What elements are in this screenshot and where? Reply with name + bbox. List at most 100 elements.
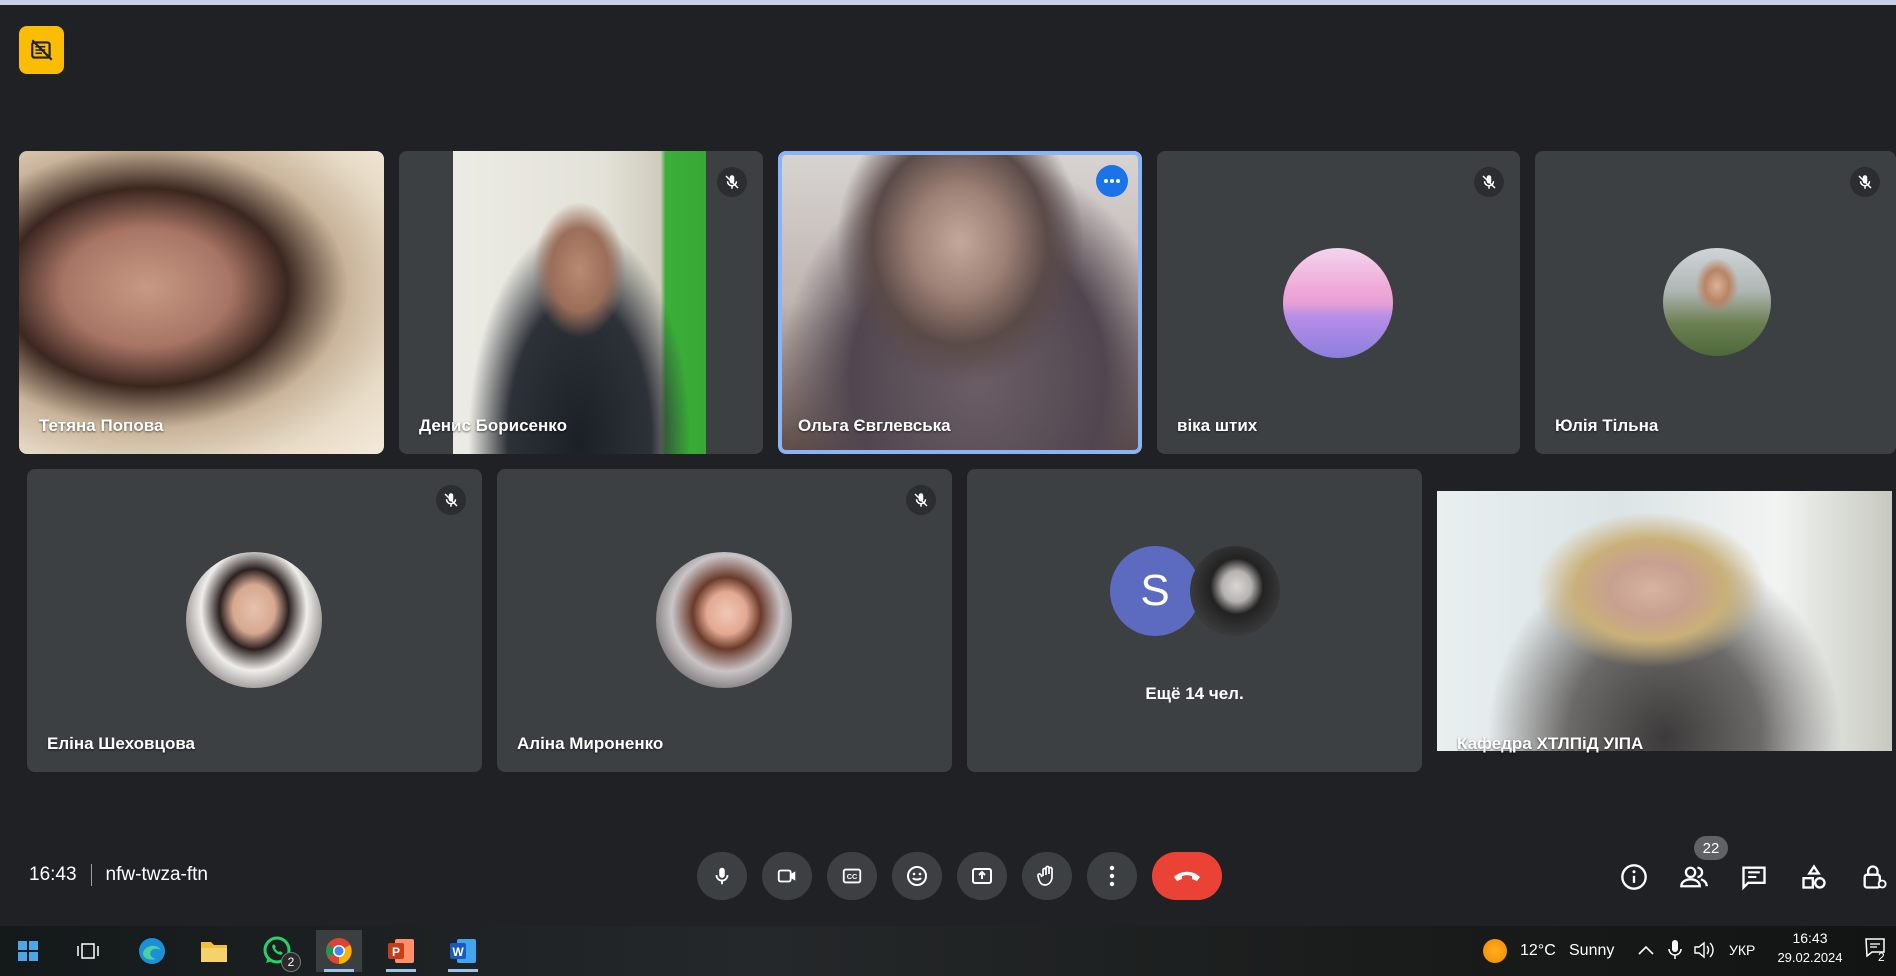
activities-icon — [1802, 864, 1826, 889]
camera-icon — [777, 869, 796, 883]
muted-mic-icon — [1474, 167, 1504, 197]
weather-condition[interactable]: Sunny — [1569, 942, 1614, 960]
activities-button[interactable] — [1797, 860, 1831, 894]
participant-avatar — [1663, 248, 1771, 356]
participant-name: Денис Борисенко — [419, 416, 567, 435]
svg-text:W: W — [452, 945, 464, 959]
participant-name: Кафедра ХТЛПіД УІПА — [1457, 734, 1644, 753]
edge-icon — [139, 938, 165, 964]
windows-taskbar: 2 P W 12°C Sunny УКР 16:43 29.02.2024 2 — [0, 926, 1896, 976]
notification-count: 2 — [1878, 950, 1885, 964]
powerpoint-icon: P — [388, 939, 414, 963]
svg-text:CC: CC — [847, 872, 858, 881]
participant-avatar — [1283, 248, 1393, 358]
chat-button[interactable] — [1737, 860, 1771, 894]
participant-tile-active-speaker[interactable]: Ольга Євглевська — [778, 151, 1142, 454]
clock-date: 29.02.2024 — [1777, 950, 1843, 965]
more-participants-label: Ещё 14 чел. — [1145, 684, 1244, 703]
start-icon — [18, 941, 38, 961]
present-icon — [972, 868, 992, 884]
task-view-button[interactable] — [65, 930, 111, 972]
emoji-icon — [907, 866, 927, 886]
captions-icon: CC — [842, 868, 862, 884]
participant-tile[interactable]: Тетяна Попова — [19, 151, 384, 454]
hidden-self-view-button[interactable] — [19, 26, 64, 74]
captions-button[interactable]: CC — [827, 852, 877, 900]
volume-icon[interactable] — [1693, 940, 1715, 960]
people-icon — [1680, 866, 1708, 888]
participant-tile[interactable]: віка штих — [1157, 151, 1520, 454]
more-options-button[interactable] — [1087, 852, 1137, 900]
participant-name: Юлія Тільна — [1555, 416, 1659, 435]
muted-mic-icon — [906, 485, 936, 515]
participant-tile[interactable]: Юлія Тільна — [1535, 151, 1896, 454]
people-button[interactable] — [1677, 860, 1711, 894]
microphone-button[interactable] — [697, 852, 747, 900]
meeting-info-button[interactable] — [1617, 860, 1651, 894]
file-explorer-taskbar-button[interactable] — [191, 930, 237, 972]
chrome-icon — [326, 938, 352, 964]
muted-mic-icon — [436, 485, 466, 515]
word-taskbar-button[interactable]: W — [440, 930, 486, 972]
meeting-time: 16:43 — [29, 864, 77, 885]
edge-taskbar-button[interactable] — [129, 930, 175, 972]
open-app-indicator — [386, 969, 416, 972]
participant-video — [19, 151, 384, 454]
raise-hand-button[interactable] — [1022, 852, 1072, 900]
participant-name: Тетяна Попова — [39, 416, 164, 435]
more-options-icon — [1109, 865, 1115, 887]
muted-mic-icon — [1850, 167, 1880, 197]
emoji-button[interactable] — [892, 852, 942, 900]
video-off-icon — [30, 39, 53, 61]
participant-tile[interactable]: Денис Борисенко — [399, 151, 763, 454]
window-top-edge — [0, 0, 1896, 5]
taskbar-clock[interactable]: 16:43 29.02.2024 — [1770, 930, 1850, 965]
participant-avatar — [1190, 546, 1280, 636]
powerpoint-taskbar-button[interactable]: P — [378, 930, 424, 972]
notifications-button[interactable]: 2 — [1864, 936, 1892, 966]
participant-options-button[interactable] — [1096, 165, 1128, 197]
info-icon — [1621, 864, 1647, 890]
word-icon: W — [450, 939, 476, 963]
leave-call-button[interactable] — [1152, 852, 1222, 900]
participants-count-badge: 22 — [1694, 836, 1728, 860]
microphone-icon — [715, 867, 729, 885]
file-explorer-icon — [201, 942, 227, 962]
participant-name: Аліна Мироненко — [517, 734, 664, 753]
participant-tile[interactable]: Аліна Мироненко — [497, 469, 952, 772]
participant-tile[interactable]: Кафедра ХТЛПіД УІПА — [1437, 469, 1892, 772]
participant-name: Еліна Шеховцова — [47, 734, 196, 753]
participant-avatar-letter: S — [1110, 546, 1200, 636]
meeting-details: 16:43 nfw-twza-ftn — [29, 864, 208, 886]
chevron-up-icon[interactable] — [1637, 943, 1655, 957]
more-horizontal-icon — [1104, 179, 1120, 183]
participant-name: віка штих — [1177, 416, 1258, 435]
microphone-tray-icon[interactable] — [1668, 939, 1682, 961]
clock-time: 16:43 — [1792, 930, 1828, 946]
raise-hand-icon — [1037, 865, 1053, 886]
participant-tile[interactable]: Еліна Шеховцова — [27, 469, 482, 772]
start-button[interactable] — [5, 930, 51, 972]
host-controls-button[interactable] — [1857, 860, 1891, 894]
task-view-icon — [77, 943, 99, 959]
chat-icon — [1742, 866, 1766, 891]
separator — [90, 864, 92, 886]
participant-name: Ольга Євглевська — [798, 416, 951, 435]
present-button[interactable] — [957, 852, 1007, 900]
meeting-code: nfw-twza-ftn — [105, 864, 208, 885]
weather-temperature[interactable]: 12°C — [1520, 942, 1556, 960]
muted-mic-icon — [717, 167, 747, 197]
input-language[interactable]: УКР — [1729, 942, 1755, 958]
end-call-icon — [1174, 871, 1200, 881]
camera-button[interactable] — [762, 852, 812, 900]
whatsapp-taskbar-button[interactable]: 2 — [254, 930, 301, 972]
host-controls-icon — [1863, 865, 1887, 889]
more-participants-tile[interactable]: S Ещё 14 чел. — [967, 469, 1422, 772]
open-app-indicator — [448, 969, 478, 972]
whatsapp-badge: 2 — [281, 952, 301, 972]
svg-text:P: P — [392, 945, 400, 959]
weather-sun-icon[interactable] — [1483, 939, 1507, 963]
chrome-taskbar-button[interactable] — [316, 930, 362, 972]
active-app-indicator — [324, 969, 354, 972]
participant-avatar — [656, 552, 792, 688]
